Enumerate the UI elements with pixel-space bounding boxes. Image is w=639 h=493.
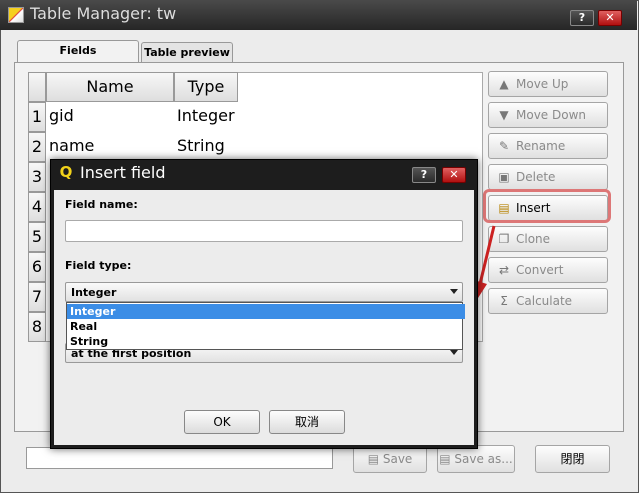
save-as-button[interactable]: ▤ Save as...: [437, 445, 515, 473]
field-type-label: Field type:: [65, 259, 132, 272]
field-type-option[interactable]: Integer: [67, 304, 465, 319]
save-as-icon: ▤: [439, 452, 455, 466]
help-button[interactable]: ?: [570, 10, 594, 26]
rename-icon: ✎: [498, 139, 510, 153]
app-icon: [8, 7, 24, 23]
field-name-label: Field name:: [65, 198, 138, 211]
cancel-button[interactable]: 取消: [269, 410, 345, 434]
dialog-help-button[interactable]: ?: [412, 167, 436, 183]
clone-button[interactable]: ❐ Clone: [488, 226, 608, 252]
window-close-button[interactable]: 閉閉: [535, 445, 610, 473]
insert-highlight-box: [483, 189, 611, 223]
convert-button[interactable]: ⇄ Convert: [488, 257, 608, 283]
table-cell[interactable]: gid: [46, 101, 174, 131]
dialog-title: Insert field: [80, 163, 166, 182]
tab-fields-management[interactable]: Fields management: [17, 40, 139, 77]
save-button[interactable]: ▤ Save: [353, 445, 427, 473]
field-name-input[interactable]: [65, 220, 463, 242]
delete-button[interactable]: ▣ Delete: [488, 164, 608, 190]
move-up-button[interactable]: ▲ Move Up: [488, 71, 608, 97]
delete-icon: ▣: [498, 170, 510, 184]
close-button[interactable]: ✕: [598, 10, 622, 26]
row-number[interactable]: 7: [28, 282, 46, 312]
field-type-dropdown: Integer Real String: [66, 302, 465, 350]
chevron-down-icon: [450, 350, 458, 355]
row-number[interactable]: 3: [28, 162, 46, 192]
row-number[interactable]: 4: [28, 192, 46, 222]
window-title: Table Manager: tw: [30, 4, 177, 23]
table-cell[interactable]: Integer: [174, 101, 238, 131]
table-cell[interactable]: String: [174, 131, 238, 161]
field-type-select[interactable]: Integer: [65, 282, 463, 302]
field-type-option[interactable]: String: [67, 334, 465, 349]
dialog-close-button[interactable]: ✕: [442, 167, 466, 183]
qgis-logo-icon: Q: [59, 163, 73, 181]
triangle-up-icon: ▲: [499, 77, 509, 91]
row-number[interactable]: 2: [28, 132, 46, 162]
table-cell[interactable]: name: [46, 131, 174, 161]
row-number[interactable]: 1: [28, 102, 46, 132]
field-type-option[interactable]: Real: [67, 319, 465, 334]
row-number[interactable]: 8: [28, 312, 46, 342]
ok-button[interactable]: OK: [184, 410, 260, 434]
save-icon: ▤: [367, 452, 383, 466]
column-header-type[interactable]: Type: [174, 72, 238, 102]
triangle-down-icon: ▼: [499, 108, 509, 122]
tab-table-preview[interactable]: Table preview: [141, 42, 233, 64]
row-number[interactable]: 5: [28, 222, 46, 252]
rename-button[interactable]: ✎ Rename: [488, 133, 608, 159]
row-number[interactable]: 6: [28, 252, 46, 282]
chevron-down-icon: [450, 289, 458, 294]
move-down-button[interactable]: ▼ Move Down: [488, 102, 608, 128]
status-input[interactable]: [26, 447, 333, 469]
column-header-name[interactable]: Name: [46, 72, 174, 102]
calculate-button[interactable]: Σ Calculate: [488, 288, 608, 314]
table-corner: [28, 72, 46, 102]
